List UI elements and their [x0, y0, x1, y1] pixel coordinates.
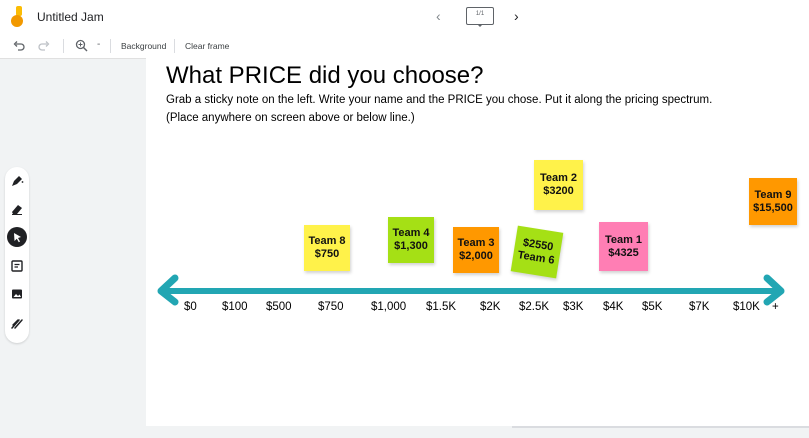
sticky-note-tool[interactable] — [5, 255, 29, 277]
pen-icon — [12, 176, 24, 186]
spectrum-tick-label: $4K — [603, 301, 624, 313]
page-title: What PRICE did you choose? — [166, 62, 484, 89]
top-bar: Untitled Jam ‹ 1/1 › — [0, 0, 809, 34]
spectrum-tick-label: $10K — [733, 301, 760, 313]
spectrum-tick-label: + — [772, 301, 779, 313]
zoom-dropdown[interactable]: - — [97, 39, 100, 50]
spectrum-tick-label: $7K — [689, 301, 710, 313]
image-icon — [12, 289, 22, 299]
laser-icon — [11, 319, 23, 329]
spectrum-tick-label: $750 — [318, 301, 344, 313]
spectrum-tick-label: $1,000 — [371, 301, 407, 313]
jam-title[interactable]: Untitled Jam — [37, 10, 104, 24]
select-icon — [13, 232, 21, 242]
frame-bar-toggle[interactable]: 1/1 — [466, 7, 494, 25]
previous-frame-icon[interactable]: ‹ — [436, 8, 441, 24]
divider — [63, 39, 64, 53]
image-tool[interactable] — [5, 283, 29, 305]
sticky-note[interactable]: $2550 Team 6 — [510, 225, 564, 279]
spectrum-tick-label: $1.5K — [426, 301, 457, 313]
sticky-note[interactable]: Team 2 $3200 — [534, 160, 583, 210]
sticky-note[interactable]: Team 9 $15,500 — [749, 178, 797, 225]
laser-tool[interactable] — [5, 312, 29, 334]
spectrum-tick-label: $2.5K — [519, 301, 550, 313]
spectrum-tick-label: $500 — [266, 301, 292, 313]
spectrum-tick-label: $3K — [563, 301, 584, 313]
instructions-line-1: Grab a sticky note on the left. Write yo… — [166, 94, 713, 106]
divider — [174, 39, 175, 53]
zoom-icon[interactable] — [75, 39, 88, 52]
tool-rail — [5, 167, 29, 343]
jamboard-logo — [11, 6, 23, 27]
undo-icon[interactable] — [13, 40, 25, 52]
spectrum-tick-label: $100 — [222, 301, 248, 313]
toolbar: - Background Clear frame — [0, 34, 809, 59]
eraser-icon — [12, 205, 22, 215]
redo-icon[interactable] — [38, 40, 50, 52]
background-button[interactable]: Background — [121, 41, 166, 51]
instructions-line-2: (Place anywhere on screen above or below… — [166, 112, 415, 124]
sticky-note[interactable]: Team 1 $4325 — [599, 222, 648, 271]
spectrum-tick-label: $2K — [480, 301, 501, 313]
spectrum-tick-label: $0 — [184, 301, 197, 313]
chevron-down-icon — [477, 24, 483, 27]
spectrum-tick-label: $5K — [642, 301, 663, 313]
sticky-note-icon — [11, 260, 23, 272]
sticky-note[interactable]: Team 8 $750 — [304, 225, 350, 271]
select-tool[interactable] — [5, 226, 29, 248]
next-frame-icon[interactable]: › — [514, 8, 519, 24]
eraser-tool[interactable] — [5, 198, 29, 220]
sticky-note[interactable]: Team 4 $1,300 — [388, 217, 434, 263]
divider — [110, 39, 111, 53]
pen-tool[interactable] — [5, 170, 29, 192]
sticky-note[interactable]: Team 3 $2,000 — [453, 227, 499, 273]
clear-frame-button[interactable]: Clear frame — [185, 41, 229, 51]
select-tool-highlight — [7, 227, 27, 247]
canvas-scrollbar[interactable] — [512, 426, 809, 428]
frame-indicator: 1/1 — [475, 11, 485, 17]
